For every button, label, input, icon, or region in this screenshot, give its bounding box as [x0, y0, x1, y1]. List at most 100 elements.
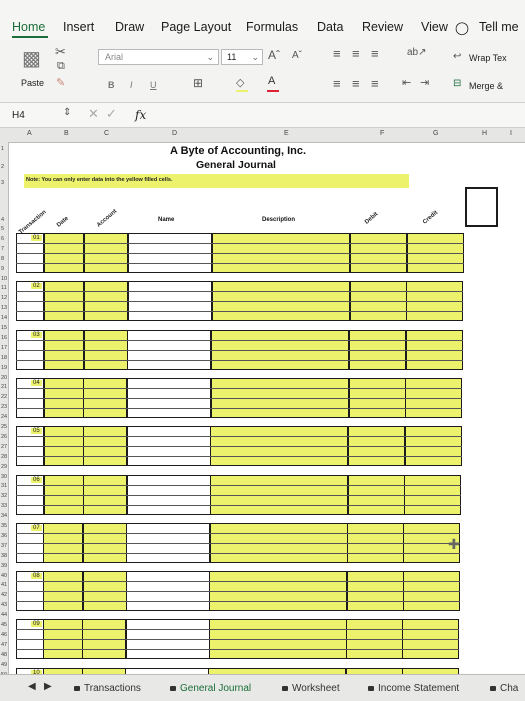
- align-middle-icon[interactable]: ≡: [352, 46, 360, 61]
- row-number[interactable]: 38: [1, 553, 7, 559]
- sheet-tab-transactions[interactable]: Transactions: [74, 683, 141, 694]
- wrap-text-button[interactable]: Wrap Tex: [469, 53, 507, 63]
- sheet-tab-cha[interactable]: Cha: [490, 683, 518, 694]
- row-number[interactable]: 32: [1, 493, 7, 499]
- row-number[interactable]: 42: [1, 592, 7, 598]
- tell-me-search[interactable]: Tell me: [479, 20, 519, 34]
- row-number[interactable]: 7: [1, 246, 4, 252]
- row-number[interactable]: 21: [1, 384, 7, 390]
- row-number[interactable]: 23: [1, 404, 7, 410]
- row-number[interactable]: 4: [1, 217, 4, 223]
- selected-cell-h4[interactable]: [465, 187, 498, 227]
- tab-home[interactable]: Home: [12, 20, 45, 34]
- next-sheet-icon[interactable]: ▶: [44, 681, 52, 692]
- tab-data[interactable]: Data: [317, 20, 343, 34]
- tab-view[interactable]: View: [421, 20, 448, 34]
- row-number[interactable]: 30: [1, 474, 7, 480]
- row-number[interactable]: 1: [1, 146, 4, 152]
- row-number[interactable]: 6: [1, 236, 4, 242]
- transaction-number[interactable]: 07: [31, 524, 42, 531]
- row-number[interactable]: 17: [1, 345, 7, 351]
- row-number[interactable]: 24: [1, 414, 7, 420]
- row-number[interactable]: 14: [1, 315, 7, 321]
- align-right-icon[interactable]: ≡: [371, 76, 379, 91]
- row-number[interactable]: 22: [1, 394, 7, 400]
- paste-button[interactable]: Paste: [21, 78, 44, 88]
- row-number[interactable]: 37: [1, 543, 7, 549]
- row-number[interactable]: 36: [1, 533, 7, 539]
- format-painter-icon[interactable]: ✎: [56, 76, 65, 89]
- row-number[interactable]: 34: [1, 513, 7, 519]
- name-box[interactable]: H4: [12, 110, 25, 121]
- tab-draw[interactable]: Draw: [115, 20, 144, 34]
- increase-font-icon[interactable]: Aˆ: [268, 48, 280, 62]
- row-number[interactable]: 39: [1, 563, 7, 569]
- cut-icon[interactable]: ✂: [55, 44, 66, 60]
- transaction-number[interactable]: 09: [31, 621, 42, 628]
- row-number[interactable]: 25: [1, 424, 7, 430]
- column-header-h[interactable]: H: [482, 130, 487, 137]
- bold-button[interactable]: B: [108, 80, 115, 90]
- italic-button[interactable]: I: [130, 80, 133, 90]
- row-number[interactable]: 48: [1, 652, 7, 658]
- transaction-number[interactable]: 02: [31, 283, 42, 290]
- row-number[interactable]: 16: [1, 335, 7, 341]
- column-header-d[interactable]: D: [172, 130, 177, 137]
- tab-insert[interactable]: Insert: [63, 20, 94, 34]
- row-number[interactable]: 26: [1, 434, 7, 440]
- row-number[interactable]: 8: [1, 256, 4, 262]
- row-number[interactable]: 44: [1, 612, 7, 618]
- orientation-icon[interactable]: ab↗: [407, 47, 427, 58]
- transaction-number[interactable]: 03: [31, 331, 42, 338]
- column-header-i[interactable]: I: [510, 130, 512, 137]
- row-number[interactable]: 46: [1, 632, 7, 638]
- font-size-select[interactable]: 11 ⌄: [221, 49, 263, 65]
- column-header-a[interactable]: A: [27, 130, 32, 137]
- borders-icon[interactable]: ⊞: [193, 76, 203, 90]
- transaction-number[interactable]: 06: [31, 476, 42, 483]
- row-number[interactable]: 49: [1, 662, 7, 668]
- underline-button[interactable]: U: [150, 80, 157, 90]
- prev-sheet-icon[interactable]: ◀: [28, 681, 36, 692]
- row-number[interactable]: 5: [1, 226, 4, 232]
- row-number[interactable]: 10: [1, 276, 7, 282]
- align-top-icon[interactable]: ≡: [333, 46, 341, 61]
- font-name-select[interactable]: Arial ⌄: [98, 49, 219, 65]
- row-number[interactable]: 13: [1, 305, 7, 311]
- column-header-g[interactable]: G: [433, 130, 438, 137]
- fill-color-icon[interactable]: ◇: [236, 76, 244, 89]
- transaction-number[interactable]: 08: [31, 573, 42, 580]
- row-number[interactable]: 47: [1, 642, 7, 648]
- align-bottom-icon[interactable]: ≡: [371, 46, 379, 61]
- transaction-number[interactable]: 01: [31, 235, 42, 241]
- confirm-icon[interactable]: ✓: [106, 106, 117, 122]
- column-header-c[interactable]: C: [104, 130, 109, 137]
- row-number[interactable]: 20: [1, 375, 7, 381]
- sheet-tab-worksheet[interactable]: Worksheet: [282, 683, 340, 694]
- font-color-icon[interactable]: A: [268, 75, 275, 87]
- cancel-icon[interactable]: ✕: [88, 106, 99, 122]
- column-header-b[interactable]: B: [64, 130, 69, 137]
- row-number[interactable]: 31: [1, 483, 7, 489]
- row-number[interactable]: 27: [1, 444, 7, 450]
- row-number[interactable]: 43: [1, 602, 7, 608]
- row-number[interactable]: 40: [1, 573, 7, 579]
- row-number[interactable]: 41: [1, 582, 7, 588]
- row-number[interactable]: 15: [1, 325, 7, 331]
- row-number[interactable]: 45: [1, 622, 7, 628]
- row-number[interactable]: 28: [1, 454, 7, 460]
- name-box-stepper-icon[interactable]: ⇕: [63, 107, 71, 118]
- row-number[interactable]: 11: [1, 285, 7, 291]
- row-number[interactable]: 3: [1, 180, 4, 186]
- row-number[interactable]: 2: [1, 164, 4, 170]
- sheet-tab-general-journal[interactable]: General Journal: [170, 683, 251, 694]
- row-number[interactable]: 33: [1, 503, 7, 509]
- spreadsheet-grid[interactable]: A B C D E F G H I 1 2 3 4 5 6 7 8 9 10 11 12 13 14 15 1…: [0, 128, 525, 674]
- column-header-f[interactable]: F: [380, 130, 384, 137]
- transaction-number[interactable]: 04: [31, 379, 42, 386]
- increase-indent-icon[interactable]: ⇥: [420, 76, 429, 89]
- column-header-e[interactable]: E: [284, 130, 289, 137]
- sheet-tab-income-statement[interactable]: Income Statement: [368, 683, 459, 694]
- row-number[interactable]: 12: [1, 295, 7, 301]
- row-number[interactable]: 35: [1, 523, 7, 529]
